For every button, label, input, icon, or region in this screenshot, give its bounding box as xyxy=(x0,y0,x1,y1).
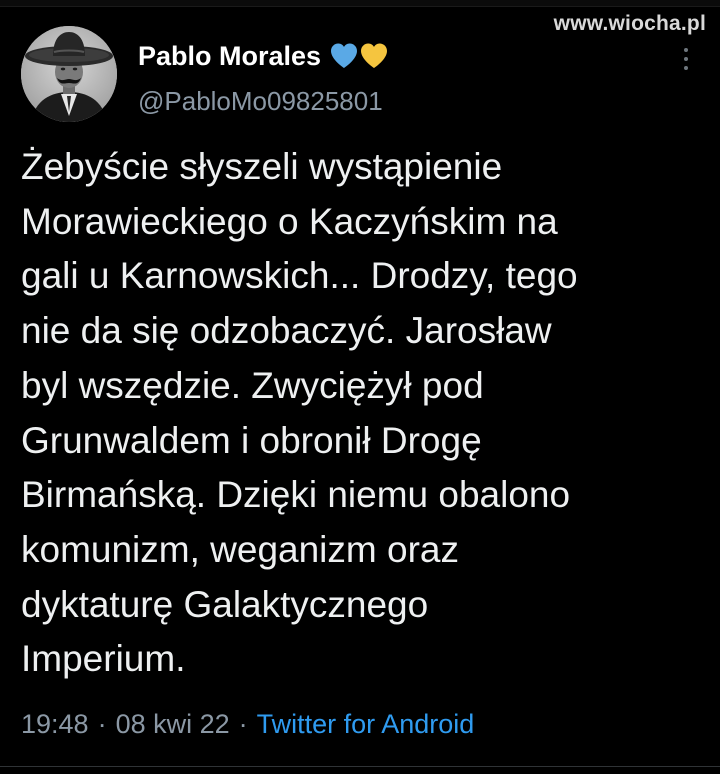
tweet-text: Żebyście słyszeli wystąpienie Morawiecki… xyxy=(21,146,578,680)
yellow-heart-icon xyxy=(361,43,388,68)
bottom-divider xyxy=(0,766,720,767)
more-dot xyxy=(684,48,688,52)
watermark: www.wiocha.pl xyxy=(553,12,706,35)
more-options-icon[interactable] xyxy=(683,48,689,70)
tweet-time[interactable]: 19:48 xyxy=(21,709,89,740)
top-divider xyxy=(0,0,720,7)
more-dot xyxy=(684,57,688,61)
tweet-date[interactable]: 08 kwi 22 xyxy=(116,709,230,740)
more-dot xyxy=(684,66,688,70)
meta-separator: · xyxy=(97,709,107,739)
tweet-source-link[interactable]: Twitter for Android xyxy=(257,709,475,740)
author-handle[interactable]: @PabloMo09825801 xyxy=(138,86,383,117)
name-badges xyxy=(329,42,389,70)
meta-separator: · xyxy=(238,709,248,739)
avatar[interactable] xyxy=(21,26,117,122)
author-name-row: Pablo Morales xyxy=(138,38,389,74)
author-display-name[interactable]: Pablo Morales xyxy=(138,41,321,72)
blue-heart-icon xyxy=(331,43,358,68)
tweet-metadata: 19:48 · 08 kwi 22 · Twitter for Android xyxy=(21,709,474,740)
avatar-portrait-icon xyxy=(21,26,117,122)
